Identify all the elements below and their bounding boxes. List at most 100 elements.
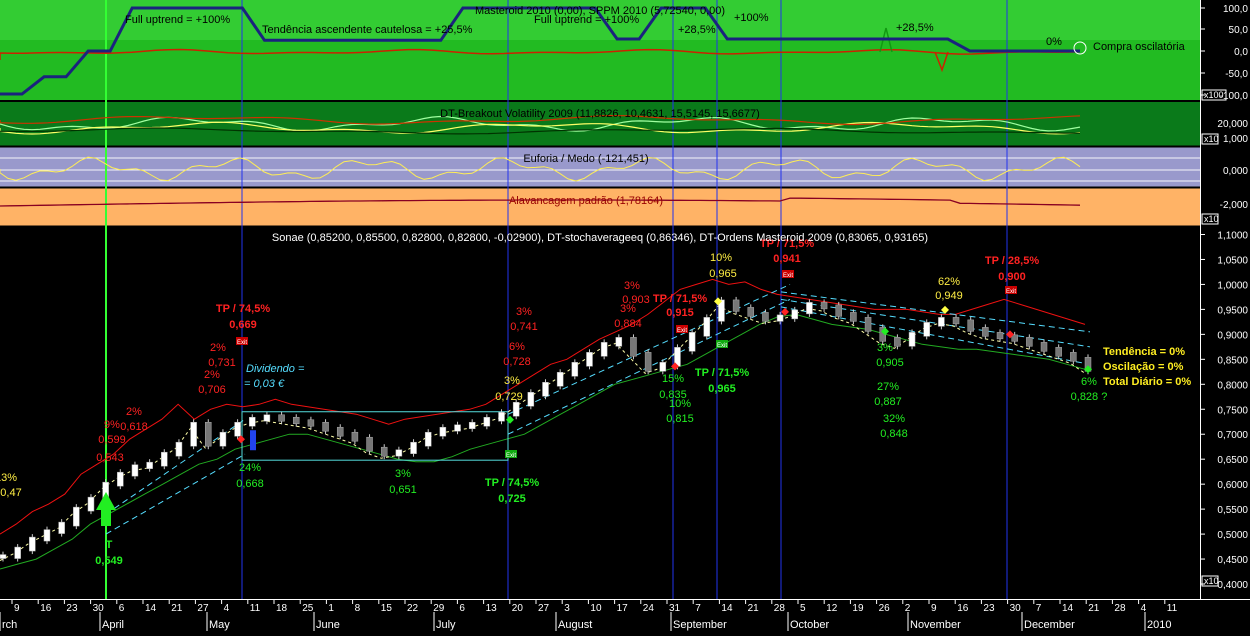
chart-annotation-label: 2% xyxy=(210,342,226,354)
exit-badge-label: Exit xyxy=(717,343,727,349)
price-candle xyxy=(938,317,945,327)
chart-annotation-label: 15% xyxy=(662,373,684,385)
x-tick-label: 16 xyxy=(957,603,969,614)
x-tick-label: 11 xyxy=(1167,603,1178,614)
chart-annotation-label: 0,905 xyxy=(876,357,904,369)
y-tick-label: 20,000 xyxy=(1217,119,1248,130)
price-candle xyxy=(0,554,7,559)
chart-annotation-label: 0,900 xyxy=(998,271,1026,283)
annot-tendencia-cautelosa: Tendência ascendente cautelosa = +25,5% xyxy=(262,24,473,36)
breakout-badge: x10 xyxy=(1204,134,1219,144)
price-candle xyxy=(776,314,784,322)
exit-badge-label: Exit xyxy=(506,453,516,459)
month-label: November xyxy=(910,619,961,631)
price-candle xyxy=(161,451,168,467)
price-candle xyxy=(615,337,623,347)
price-candle xyxy=(278,414,285,422)
price-candle xyxy=(1070,352,1077,362)
y-tick-label: 0,5500 xyxy=(1217,505,1248,516)
price-candle xyxy=(996,332,1004,340)
chart-annotation-label: TP / 74,5% xyxy=(216,303,270,315)
price-candle xyxy=(747,307,755,317)
chart-annotation-label: 0,725 xyxy=(498,493,526,505)
price-candle xyxy=(29,536,36,552)
summary-label: Oscilação = 0% xyxy=(1103,361,1184,373)
price-candle xyxy=(43,529,51,542)
annot-full-uptrend-1: Full uptrend = +100% xyxy=(125,14,230,26)
chart-annotation-label: 0,884 xyxy=(614,318,642,330)
price-candle xyxy=(556,372,564,387)
chart-annotation-label: 3% xyxy=(877,342,893,354)
price-candle xyxy=(586,352,593,367)
x-tick-label: 9 xyxy=(931,603,937,614)
y-tick-label: 50,0 xyxy=(1229,25,1249,36)
x-tick-label: 8 xyxy=(355,603,361,614)
annot-100: +100% xyxy=(734,12,769,24)
chart-annotation-label: 0,669 xyxy=(229,319,257,331)
price-candle xyxy=(908,332,916,347)
y-tick-label: 1,0500 xyxy=(1217,255,1248,266)
x-tick-label: 14 xyxy=(1062,603,1074,614)
y-tick-label: -2,000 xyxy=(1220,200,1249,211)
summary-label: Total Diário = 0% xyxy=(1103,376,1191,388)
exit-badge-label: Exit xyxy=(783,273,793,279)
month-label: September xyxy=(673,619,727,631)
chart-annotation-label: 27% xyxy=(877,381,899,393)
price-candle xyxy=(659,362,667,372)
price-candle xyxy=(1055,347,1062,357)
price-candle xyxy=(234,421,241,437)
x-tick-label: 23 xyxy=(983,603,995,614)
x-tick-label: 24 xyxy=(643,603,655,614)
chart-annotation-label: 0,728 xyxy=(503,356,531,368)
x-tick-label: 3 xyxy=(564,603,570,614)
price-candle xyxy=(527,392,535,407)
x-tick-label: 26 xyxy=(879,603,891,614)
exit-badge-label: Exit xyxy=(1006,289,1016,295)
price-candle xyxy=(923,322,930,337)
chart-annotation-label: TP / 71,5% xyxy=(695,367,749,379)
x-tick-label: 11 xyxy=(250,603,261,614)
x-tick-label: 1 xyxy=(328,603,334,614)
x-tick-label: 29 xyxy=(433,603,445,614)
chart-annotation-label: 2% xyxy=(126,406,142,418)
x-tick-label: 10 xyxy=(590,603,602,614)
x-tick-label: 7 xyxy=(695,603,701,614)
chart-annotation-label: 3% xyxy=(395,468,411,480)
chart-annotation-label: 0,887 xyxy=(874,396,902,408)
price-candle xyxy=(967,319,974,332)
price-candle xyxy=(205,421,212,447)
y-tick-label: 1,000 xyxy=(1223,134,1248,145)
price-candle xyxy=(146,461,153,469)
x-tick-label: 4 xyxy=(1141,603,1147,614)
chart-annotation-label: 6% xyxy=(509,341,525,353)
price-candle xyxy=(600,342,608,357)
x-tick-label: 13 xyxy=(486,603,498,614)
price-candle xyxy=(410,441,417,454)
price-candle xyxy=(806,302,813,315)
price-candle xyxy=(249,416,256,427)
price-candle xyxy=(190,421,197,447)
price-candle xyxy=(439,426,447,437)
y-tick-label: 0,8500 xyxy=(1217,355,1248,366)
price-candle xyxy=(952,317,960,325)
price-candle xyxy=(498,412,505,422)
price-candle xyxy=(835,304,842,317)
x-tick-label: 28 xyxy=(1114,603,1126,614)
x-tick-label: 15 xyxy=(381,603,393,614)
annot-full-uptrend-2: Full uptrend = +100% xyxy=(534,14,639,26)
chart-annotation-label: 0,651 xyxy=(389,484,417,496)
chart-annotation-label: 32% xyxy=(883,413,905,425)
chart-annotation-label: 10% xyxy=(669,398,691,410)
price-candle xyxy=(688,332,696,352)
y-tick-label: 0,6000 xyxy=(1217,480,1248,491)
price-candle xyxy=(424,431,432,447)
x-tick-label: 21 xyxy=(748,603,760,614)
chart-annotation-label: 0,848 xyxy=(880,428,908,440)
annot-compra-oscilatoria: Compra oscilatória xyxy=(1093,41,1186,53)
y-tick-label: 0,8000 xyxy=(1217,380,1248,391)
y-tick-label: 0,6500 xyxy=(1217,455,1248,466)
x-tick-label: 20 xyxy=(512,603,524,614)
chart-annotation-label: 0,543 xyxy=(96,452,124,464)
y-tick-label: 0,5000 xyxy=(1217,530,1248,541)
x-tick-label: 4 xyxy=(224,603,230,614)
